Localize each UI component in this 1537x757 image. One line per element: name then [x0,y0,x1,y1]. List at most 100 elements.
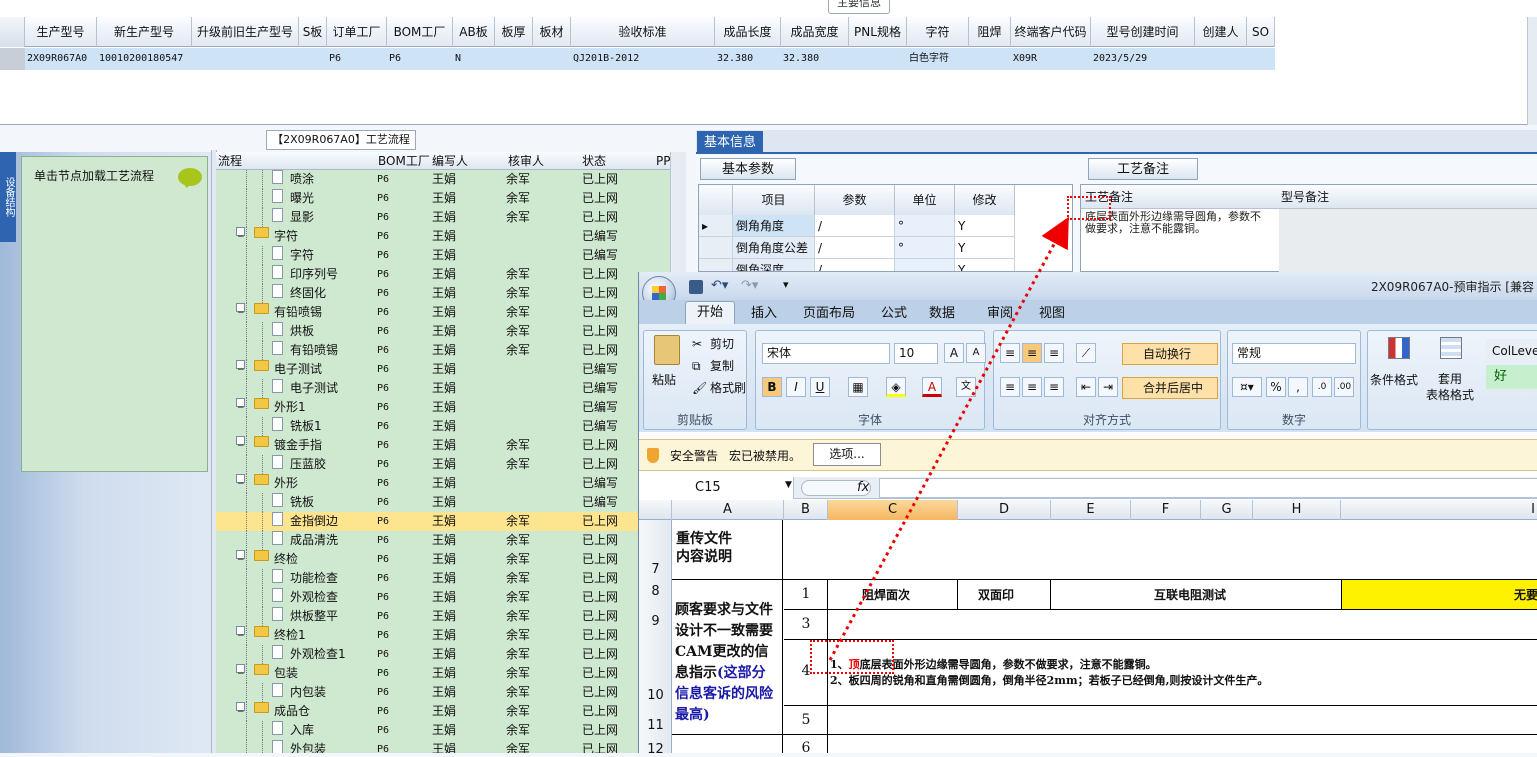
param-row-header[interactable] [699,237,733,259]
param-cell[interactable]: ° [895,215,955,237]
copy-button[interactable]: 复制 [710,357,734,374]
col-reviewer[interactable]: 核审人 [508,152,544,170]
main-cell-17[interactable] [1195,48,1247,70]
main-cell-7[interactable] [495,48,533,70]
tab-3[interactable]: 公式 [881,304,907,324]
main-col-2[interactable]: 升级前旧生产型号 [192,17,299,47]
param-row[interactable]: ▸ 倒角角度 / ° Y [699,215,1015,237]
tree-row[interactable]: − 电子测试 P6 王娟 已编写 [216,360,686,379]
main-col-9[interactable]: 验收标准 [571,17,715,47]
main-col-15[interactable]: 终端客户代码 [1011,17,1091,47]
param-col-edit[interactable]: 修改 [955,185,1015,215]
tree-row[interactable]: 外包装 P6 王娟 余军 已上网 [216,740,686,753]
align-left-icon[interactable]: ≡ [1000,377,1020,397]
font-size-combo[interactable]: 10 [894,343,938,364]
currency-icon[interactable]: ¤▾ [1232,377,1262,397]
collapse-icon[interactable]: − [236,303,245,318]
param-cell[interactable]: Y [955,215,1015,237]
main-cell-16[interactable]: 2023/5/29 [1091,48,1195,70]
main-cell-3[interactable] [299,48,327,70]
tree-row[interactable]: 成品清洗 P6 王娟 余军 已上网 [216,531,686,550]
save-icon[interactable] [689,280,703,294]
format-painter-button[interactable]: 格式刷 [710,379,746,396]
main-cell-4[interactable]: P6 [327,48,387,70]
main-cell-5[interactable]: P6 [387,48,453,70]
param-cell[interactable]: 倒角角度 [733,215,815,237]
param-row-header[interactable]: ▸ [699,215,733,237]
wrap-text-button[interactable]: 自动换行 [1122,343,1218,365]
redo-icon[interactable]: ↷▾ [741,278,758,293]
main-col-5[interactable]: BOM工厂 [387,17,453,47]
col-header-c[interactable]: C [828,500,958,520]
align-bottom-icon[interactable]: ≡ [1044,343,1064,363]
tree-row[interactable]: − 外形 P6 王娟 已编写 [216,474,686,493]
decrease-decimal-icon[interactable]: .00 [1334,377,1354,397]
main-cell-11[interactable]: 32.380 [781,48,849,70]
font-color-icon[interactable]: A [922,377,942,397]
formula-input[interactable] [879,478,1537,498]
param-col-unit[interactable]: 单位 [895,185,955,215]
grid-corner[interactable] [0,17,25,47]
row-selector[interactable] [0,48,25,70]
col-bom-factory[interactable]: BOM工厂 [378,152,430,170]
tree-row[interactable]: − 成品仓 P6 王娟 余军 已上网 [216,702,686,721]
tree-row[interactable]: 字符 P6 王娟 已编写 [216,246,686,265]
main-cell-10[interactable]: 32.380 [715,48,781,70]
collapse-icon[interactable]: − [236,436,245,451]
tree-row[interactable]: 烘板 P6 王娟 余军 已上网 [216,322,686,341]
tree-row[interactable]: 功能检查 P6 王娟 余军 已上网 [216,569,686,588]
main-col-17[interactable]: 创建人 [1195,17,1247,47]
undo-icon[interactable]: ↶▾ [711,278,728,293]
align-middle-icon[interactable]: ≡ [1022,343,1042,363]
col-pp[interactable]: PP [656,152,670,170]
param-col-item[interactable]: 项目 [733,185,815,215]
main-col-10[interactable]: 成品长度 [715,17,781,47]
underline-icon[interactable]: U [810,377,830,397]
percent-icon[interactable]: % [1266,377,1286,397]
main-col-11[interactable]: 成品宽度 [781,17,849,47]
fill-color-icon[interactable]: ◈ [886,377,906,397]
main-cell-18[interactable] [1247,48,1275,70]
tree-row[interactable]: − 字符 P6 王娟 已编写 [216,227,686,246]
align-top-icon[interactable]: ≡ [1000,343,1020,363]
vertical-tab[interactable]: 设备结构 [0,152,16,242]
tree-row[interactable]: 铣板 P6 王娟 已编写 [216,493,686,512]
align-right-icon[interactable]: ≡ [1044,377,1064,397]
increase-indent-icon[interactable]: ⇥ [1098,377,1118,397]
main-info-row[interactable]: 2X09R067A0 10010200180547 P6 P6 N QJ201B-2012… [0,48,1275,70]
conditional-format-icon[interactable] [1388,337,1410,359]
main-col-14[interactable]: 阻焊 [969,17,1011,47]
style-colleve[interactable]: ColLeve [1486,339,1537,363]
collapse-icon[interactable]: − [236,702,245,717]
align-center-icon[interactable]: ≡ [1022,377,1042,397]
col-header-i[interactable]: I [1341,500,1537,520]
param-row[interactable]: 倒角角度公差 / ° Y [699,237,1015,259]
param-row-header[interactable] [699,259,733,271]
process-note-text[interactable]: 底层表面外形边缘需导圆角，参数不做要求，注意不能露铜。 [1085,211,1265,235]
tab-2[interactable]: 页面布局 [803,304,855,324]
main-cell-14[interactable] [969,48,1011,70]
decrease-indent-icon[interactable]: ⇤ [1076,377,1096,397]
main-cell-15[interactable]: X09R [1011,48,1091,70]
tree-row[interactable]: 印序列号 P6 王娟 余军 已上网 [216,265,686,284]
main-col-16[interactable]: 型号创建时间 [1091,17,1195,47]
main-col-18[interactable]: SO [1247,17,1275,47]
main-cell-9[interactable]: QJ201B-2012 [571,48,715,70]
col-status[interactable]: 状态 [582,152,606,170]
collapse-icon[interactable]: − [236,398,245,413]
row-header-9[interactable]: 9 [639,614,672,629]
tree-row[interactable]: 外观检查1 P6 王娟 余军 已上网 [216,645,686,664]
row-header-10[interactable]: 10 [639,688,672,703]
notes-col-model[interactable]: 型号备注 [1281,185,1329,209]
style-good[interactable]: 好 [1486,365,1537,389]
col-header-g[interactable]: G [1201,500,1253,520]
table-format-button[interactable]: 套用 表格格式 [1426,371,1474,403]
comma-icon[interactable]: , [1288,377,1308,397]
col-header-b[interactable]: B [784,500,828,520]
worksheet[interactable]: 重传文件 内容说明 顾客要求与文件设计不一致需要CAM更改的信息指示(这部分信息… [672,520,1537,756]
tab-basic-info[interactable]: 基本信息 [697,131,763,154]
param-cell[interactable]: 倒角角度公差 [733,237,815,259]
conditional-format-button[interactable]: 条件格式 [1370,371,1418,388]
tab-1[interactable]: 插入 [751,304,777,324]
model-note-cell[interactable] [1279,209,1537,273]
